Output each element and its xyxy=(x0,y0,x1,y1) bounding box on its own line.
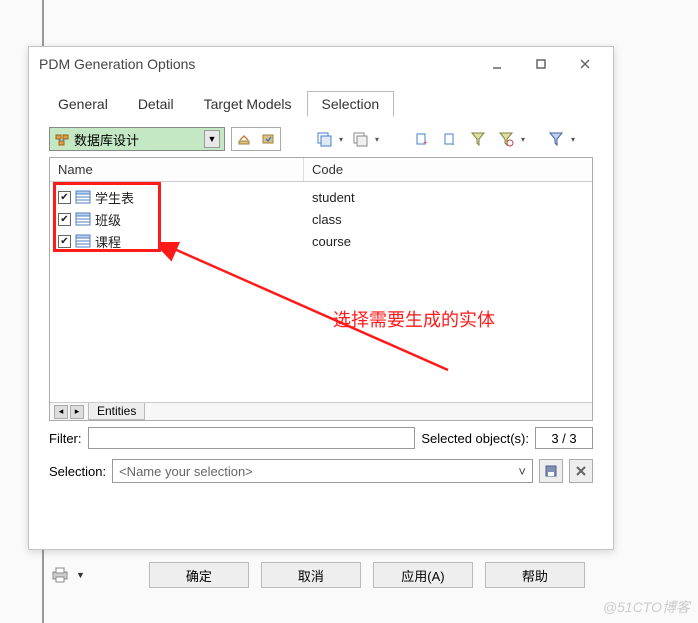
filter-row: Filter: Selected object(s): xyxy=(49,427,593,449)
filter-input[interactable] xyxy=(88,427,416,449)
entity-code: student xyxy=(304,190,592,205)
maximize-button[interactable] xyxy=(519,49,563,79)
selected-count xyxy=(535,427,593,449)
dialog-window: PDM Generation Options General Detail Ta… xyxy=(28,46,614,550)
ok-button[interactable]: 确定 xyxy=(149,562,249,588)
help-button[interactable]: 帮助 xyxy=(485,562,585,588)
column-name[interactable]: Name xyxy=(50,158,304,181)
filter-button[interactable] xyxy=(467,131,489,147)
filter-settings-button[interactable] xyxy=(495,131,517,147)
selection-label: Selection: xyxy=(49,464,106,479)
tab-general[interactable]: General xyxy=(43,91,123,117)
tab-strip: General Detail Target Models Selection xyxy=(43,91,599,117)
tool-remove-button[interactable]: ↓ xyxy=(439,131,461,147)
annotation-text: 选择需要生成的实体 xyxy=(333,306,495,332)
entity-list: Name Code ✔ 学生表 student ✔ xyxy=(49,157,593,421)
column-code[interactable]: Code xyxy=(304,158,592,181)
list-body: ✔ 学生表 student ✔ 班级 class ✔ xyxy=(50,182,592,402)
delete-selection-button[interactable] xyxy=(569,459,593,483)
list-header: Name Code xyxy=(50,158,592,182)
filter-label: Filter: xyxy=(49,431,82,446)
selection-combo[interactable]: <Name your selection> xyxy=(112,459,533,483)
print-icon[interactable] xyxy=(48,565,72,585)
svg-text:+: + xyxy=(423,138,428,147)
watermark: @51CTO博客 xyxy=(603,597,690,617)
tab-target-models[interactable]: Target Models xyxy=(189,91,307,117)
minimize-button[interactable] xyxy=(475,49,519,79)
selection-row: Selection: <Name your selection> xyxy=(49,459,593,483)
footer-tab-entities[interactable]: Entities xyxy=(88,403,145,420)
save-selection-button[interactable] xyxy=(539,459,563,483)
entity-code: course xyxy=(304,234,592,249)
nav-buttons xyxy=(231,127,281,151)
annotation-highlight xyxy=(53,182,161,252)
deselect-all-button[interactable] xyxy=(349,131,371,147)
chevron-down-icon: ▼ xyxy=(76,570,85,580)
close-button[interactable] xyxy=(563,49,607,79)
scroll-left-button[interactable]: ◂ xyxy=(54,405,68,419)
apply-button[interactable]: 应用(A) xyxy=(373,562,473,588)
chevron-down-icon: ▼ xyxy=(204,130,220,148)
model-dropdown-label: 数据库设计 xyxy=(74,130,139,149)
model-icon xyxy=(54,131,70,147)
bottom-bar: ▼ 确定 取消 应用(A) 帮助 xyxy=(48,562,608,588)
selected-objects-label: Selected object(s): xyxy=(421,431,529,446)
tool-add-button[interactable]: + xyxy=(411,131,433,147)
title-bar: PDM Generation Options xyxy=(29,47,613,81)
model-dropdown[interactable]: 数据库设计 ▼ xyxy=(49,127,225,151)
tab-selection[interactable]: Selection xyxy=(307,91,395,117)
customize-filter-button[interactable] xyxy=(545,131,567,147)
cancel-button[interactable]: 取消 xyxy=(261,562,361,588)
scroll-right-button[interactable]: ▸ xyxy=(70,405,84,419)
svg-text:↓: ↓ xyxy=(451,138,455,147)
select-all-button[interactable] xyxy=(313,131,335,147)
selection-panel: 数据库设计 ▼ ▾ ▾ + ↓ ▾ ▾ Name Code xyxy=(43,117,599,489)
nav-parent-button[interactable] xyxy=(232,128,256,150)
window-title: PDM Generation Options xyxy=(39,56,475,72)
toolbar: 数据库设计 ▼ ▾ ▾ + ↓ ▾ ▾ xyxy=(49,127,593,151)
entity-code: class xyxy=(304,212,592,227)
tab-detail[interactable]: Detail xyxy=(123,91,189,117)
nav-include-button[interactable] xyxy=(256,128,280,150)
list-footer: ◂ ▸ Entities xyxy=(50,402,592,420)
